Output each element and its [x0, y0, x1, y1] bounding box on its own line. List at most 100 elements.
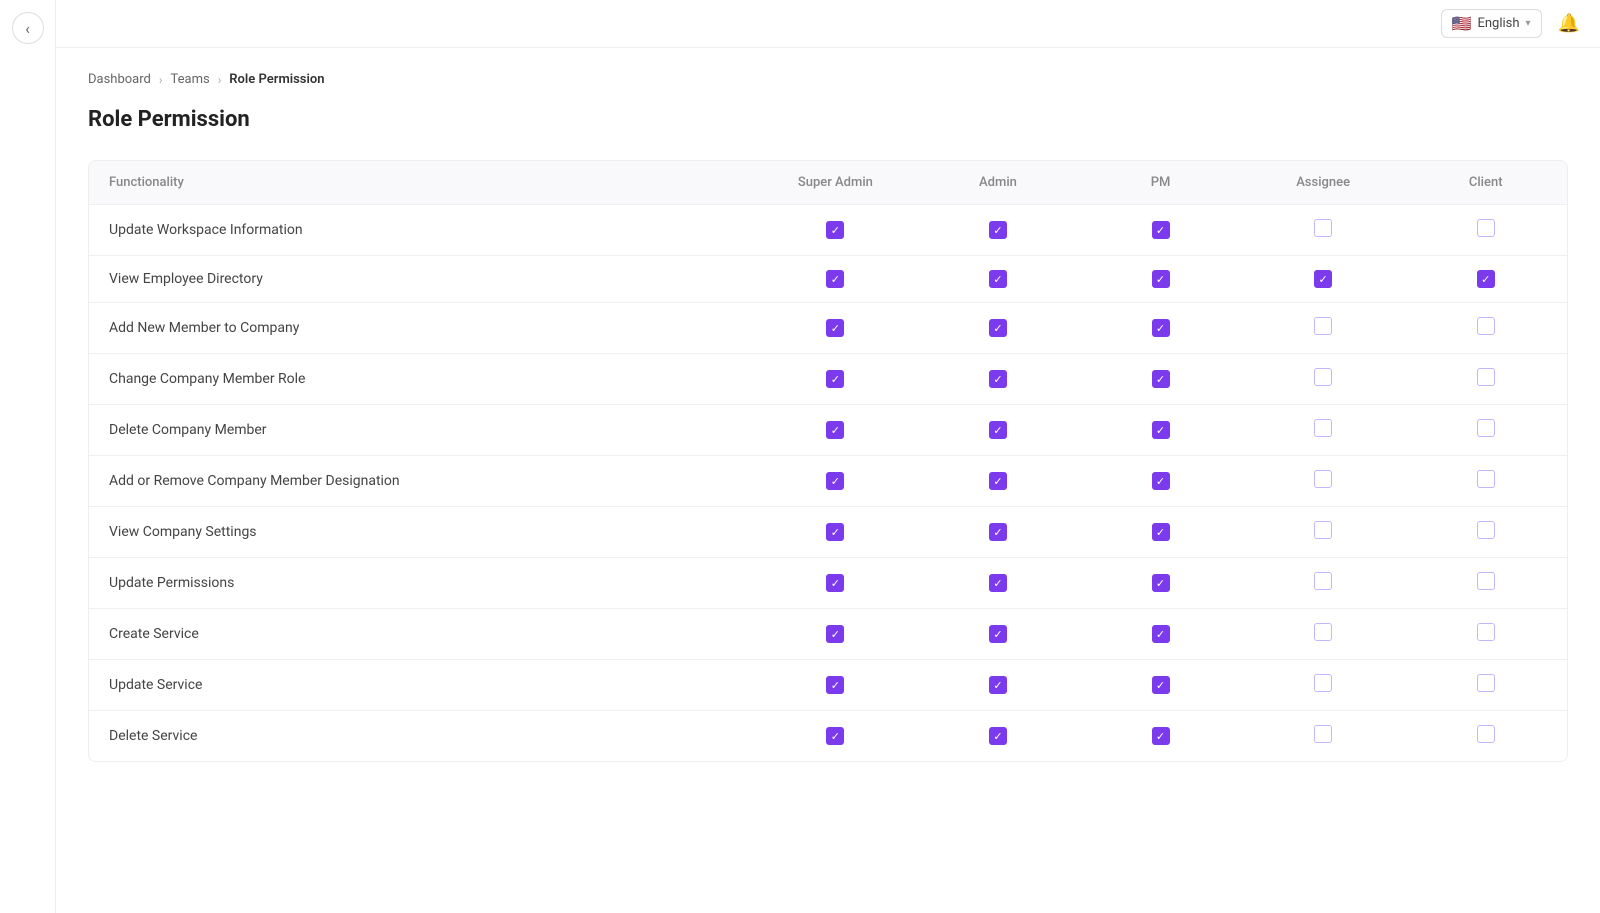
cell-super_admin[interactable]: ✓: [754, 660, 917, 711]
cell-pm[interactable]: ✓: [1079, 303, 1242, 354]
cell-client[interactable]: [1404, 711, 1567, 762]
sidebar-toggle[interactable]: ‹: [12, 12, 44, 44]
cell-assignee[interactable]: [1242, 205, 1405, 256]
checkbox-unchecked[interactable]: [1477, 219, 1495, 237]
breadcrumb-teams[interactable]: Teams: [170, 72, 209, 87]
checkbox-checked[interactable]: ✓: [989, 421, 1007, 439]
checkbox-unchecked[interactable]: [1477, 572, 1495, 590]
checkbox-checked[interactable]: ✓: [989, 370, 1007, 388]
cell-client[interactable]: [1404, 303, 1567, 354]
checkbox-checked[interactable]: ✓: [826, 270, 844, 288]
cell-assignee[interactable]: [1242, 507, 1405, 558]
cell-super_admin[interactable]: ✓: [754, 303, 917, 354]
checkbox-unchecked[interactable]: [1477, 674, 1495, 692]
cell-client[interactable]: ✓: [1404, 256, 1567, 303]
checkbox-checked[interactable]: ✓: [826, 221, 844, 239]
cell-assignee[interactable]: [1242, 558, 1405, 609]
checkbox-unchecked[interactable]: [1477, 317, 1495, 335]
cell-pm[interactable]: ✓: [1079, 609, 1242, 660]
checkbox-checked[interactable]: ✓: [1152, 472, 1170, 490]
breadcrumb-dashboard[interactable]: Dashboard: [88, 72, 151, 87]
cell-assignee[interactable]: [1242, 456, 1405, 507]
checkbox-unchecked[interactable]: [1314, 419, 1332, 437]
checkbox-checked[interactable]: ✓: [826, 319, 844, 337]
cell-client[interactable]: [1404, 405, 1567, 456]
cell-pm[interactable]: ✓: [1079, 507, 1242, 558]
checkbox-checked[interactable]: ✓: [1152, 574, 1170, 592]
cell-assignee[interactable]: [1242, 303, 1405, 354]
cell-admin[interactable]: ✓: [917, 507, 1080, 558]
cell-assignee[interactable]: [1242, 354, 1405, 405]
cell-pm[interactable]: ✓: [1079, 405, 1242, 456]
cell-super_admin[interactable]: ✓: [754, 507, 917, 558]
checkbox-unchecked[interactable]: [1314, 623, 1332, 641]
checkbox-checked[interactable]: ✓: [826, 574, 844, 592]
cell-super_admin[interactable]: ✓: [754, 558, 917, 609]
cell-super_admin[interactable]: ✓: [754, 256, 917, 303]
cell-assignee[interactable]: ✓: [1242, 256, 1405, 303]
checkbox-unchecked[interactable]: [1477, 623, 1495, 641]
checkbox-unchecked[interactable]: [1314, 470, 1332, 488]
cell-client[interactable]: [1404, 456, 1567, 507]
cell-client[interactable]: [1404, 507, 1567, 558]
cell-super_admin[interactable]: ✓: [754, 205, 917, 256]
checkbox-checked[interactable]: ✓: [1477, 270, 1495, 288]
checkbox-unchecked[interactable]: [1477, 419, 1495, 437]
checkbox-checked[interactable]: ✓: [989, 676, 1007, 694]
cell-admin[interactable]: ✓: [917, 303, 1080, 354]
checkbox-unchecked[interactable]: [1314, 521, 1332, 539]
checkbox-unchecked[interactable]: [1314, 674, 1332, 692]
cell-super_admin[interactable]: ✓: [754, 405, 917, 456]
checkbox-checked[interactable]: ✓: [1152, 676, 1170, 694]
checkbox-checked[interactable]: ✓: [826, 472, 844, 490]
checkbox-checked[interactable]: ✓: [989, 221, 1007, 239]
checkbox-checked[interactable]: ✓: [1152, 421, 1170, 439]
checkbox-unchecked[interactable]: [1477, 521, 1495, 539]
cell-admin[interactable]: ✓: [917, 256, 1080, 303]
checkbox-checked[interactable]: ✓: [989, 472, 1007, 490]
checkbox-unchecked[interactable]: [1314, 219, 1332, 237]
cell-admin[interactable]: ✓: [917, 558, 1080, 609]
cell-pm[interactable]: ✓: [1079, 354, 1242, 405]
checkbox-unchecked[interactable]: [1314, 725, 1332, 743]
checkbox-unchecked[interactable]: [1477, 368, 1495, 386]
checkbox-checked[interactable]: ✓: [989, 574, 1007, 592]
cell-super_admin[interactable]: ✓: [754, 609, 917, 660]
cell-client[interactable]: [1404, 609, 1567, 660]
notification-bell[interactable]: 🔔: [1558, 13, 1580, 34]
cell-admin[interactable]: ✓: [917, 354, 1080, 405]
checkbox-checked[interactable]: ✓: [989, 319, 1007, 337]
cell-super_admin[interactable]: ✓: [754, 456, 917, 507]
cell-assignee[interactable]: [1242, 405, 1405, 456]
cell-admin[interactable]: ✓: [917, 205, 1080, 256]
checkbox-checked[interactable]: ✓: [826, 523, 844, 541]
checkbox-checked[interactable]: ✓: [1152, 221, 1170, 239]
language-selector[interactable]: 🇺🇸 English ▾: [1441, 9, 1542, 38]
checkbox-checked[interactable]: ✓: [1152, 270, 1170, 288]
checkbox-checked[interactable]: ✓: [1152, 727, 1170, 745]
checkbox-unchecked[interactable]: [1314, 317, 1332, 335]
checkbox-checked[interactable]: ✓: [826, 625, 844, 643]
cell-admin[interactable]: ✓: [917, 711, 1080, 762]
checkbox-checked[interactable]: ✓: [1152, 625, 1170, 643]
cell-admin[interactable]: ✓: [917, 456, 1080, 507]
checkbox-checked[interactable]: ✓: [989, 523, 1007, 541]
checkbox-checked[interactable]: ✓: [826, 421, 844, 439]
cell-pm[interactable]: ✓: [1079, 711, 1242, 762]
checkbox-checked[interactable]: ✓: [826, 676, 844, 694]
cell-pm[interactable]: ✓: [1079, 660, 1242, 711]
checkbox-checked[interactable]: ✓: [1152, 370, 1170, 388]
checkbox-unchecked[interactable]: [1314, 572, 1332, 590]
cell-pm[interactable]: ✓: [1079, 456, 1242, 507]
cell-client[interactable]: [1404, 660, 1567, 711]
cell-pm[interactable]: ✓: [1079, 205, 1242, 256]
cell-client[interactable]: [1404, 354, 1567, 405]
cell-pm[interactable]: ✓: [1079, 558, 1242, 609]
cell-admin[interactable]: ✓: [917, 660, 1080, 711]
checkbox-unchecked[interactable]: [1477, 725, 1495, 743]
checkbox-unchecked[interactable]: [1314, 368, 1332, 386]
cell-client[interactable]: [1404, 205, 1567, 256]
checkbox-checked[interactable]: ✓: [826, 370, 844, 388]
cell-assignee[interactable]: [1242, 711, 1405, 762]
cell-assignee[interactable]: [1242, 660, 1405, 711]
